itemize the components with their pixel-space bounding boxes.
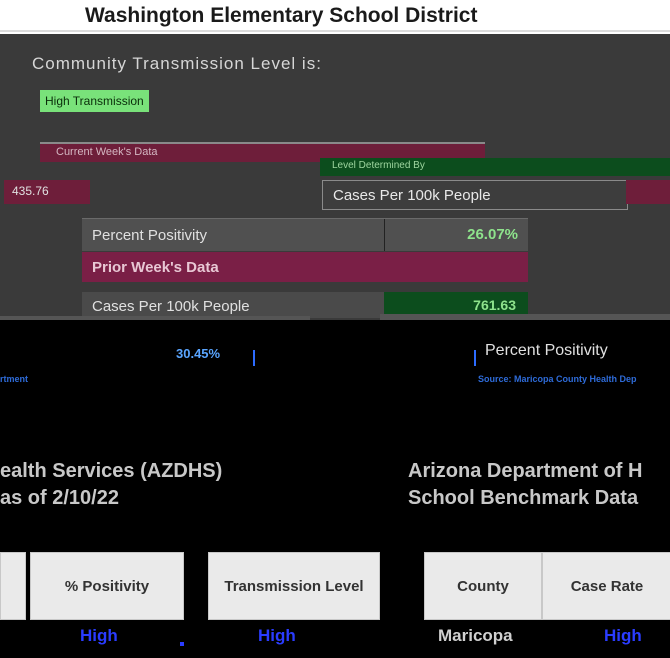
transmission-badge: High Transmission	[40, 90, 149, 112]
transmission-heading: Community Transmission Level is:	[32, 54, 322, 73]
county-value: Maricopa	[438, 626, 513, 645]
current-cases-label-cell: Cases Per 100k People	[322, 180, 628, 210]
azdhs-heading: ealth Services (AZDHS) as of 2/10/22	[0, 458, 222, 512]
percent-positivity-value: 26.07%	[467, 226, 518, 243]
prior-week-header: Prior Week's Data	[82, 252, 528, 282]
transmission-level-value: High	[258, 626, 296, 645]
benchmark-heading: Arizona Department of H School Benchmark…	[408, 458, 642, 512]
current-status-cell	[626, 180, 670, 204]
column-separator	[384, 219, 385, 251]
azdhs-heading-line2: as of 2/10/22	[0, 487, 119, 509]
prior-cases-label: Cases Per 100k People	[92, 298, 250, 315]
table-header-transmission-level: Transmission Level	[208, 552, 380, 620]
prior-cases-value: 761.63	[473, 297, 516, 313]
table-header-case-rate: Case Rate	[542, 552, 670, 620]
prior-positivity-label: Percent Positivity	[485, 342, 608, 359]
current-week-label: Current Week's Data	[56, 146, 158, 158]
dot-marker	[180, 642, 184, 646]
current-cases-label: Cases Per 100k People	[333, 187, 491, 204]
percent-positivity-row: Percent Positivity 26.07%	[82, 218, 528, 251]
transmission-panel: Washington Elementary School District Co…	[0, 0, 670, 372]
prior-week-label: Prior Week's Data	[92, 259, 219, 276]
current-cases-value: 435.76	[12, 184, 49, 198]
prior-positivity-value: 30.45%	[176, 346, 221, 361]
level-determined-band: Level Determined By	[320, 158, 670, 176]
divider	[0, 30, 670, 32]
marker-right	[474, 350, 476, 366]
district-title: Washington Elementary School District	[85, 4, 478, 27]
positivity-value: High	[80, 626, 118, 645]
current-cases-value-cell: 435.76	[4, 180, 90, 204]
level-determined-label: Level Determined By	[332, 160, 425, 171]
benchmark-heading-line2: School Benchmark Data	[408, 487, 639, 509]
table-header-county: County	[424, 552, 542, 620]
source-link-left[interactable]: rtment	[0, 374, 28, 384]
table-header-cell	[0, 552, 26, 620]
table-header-positivity: % Positivity	[30, 552, 184, 620]
source-link-right[interactable]: Source: Maricopa County Health Dep	[478, 374, 637, 384]
azdhs-heading-line1: ealth Services (AZDHS)	[0, 460, 223, 482]
percent-positivity-label: Percent Positivity	[92, 227, 208, 244]
marker-left	[253, 350, 255, 366]
case-rate-value: High	[604, 626, 642, 645]
benchmark-heading-line1: Arizona Department of H	[408, 460, 643, 482]
